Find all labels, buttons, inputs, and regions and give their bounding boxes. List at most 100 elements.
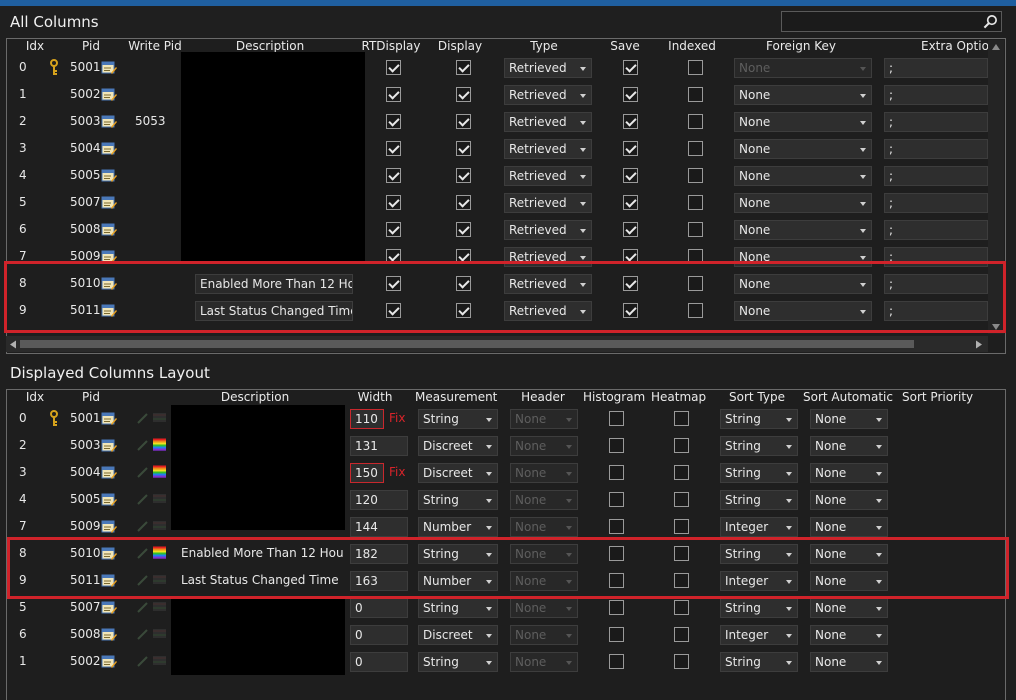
type-dropdown[interactable]: Retrieved	[504, 220, 592, 240]
indexed-checkbox[interactable]	[688, 141, 703, 156]
sort-automatic-dropdown[interactable]: None	[810, 463, 888, 483]
sort-automatic-dropdown[interactable]: None	[810, 490, 888, 510]
header-rtdisplay[interactable]: RTDisplay	[360, 39, 422, 53]
header-heatmap[interactable]: Heatmap	[651, 390, 706, 404]
histogram-checkbox[interactable]	[609, 519, 624, 534]
sort-automatic-dropdown[interactable]: None	[810, 409, 888, 429]
table-row[interactable]: 6 5008 0 Discreet None Integer None	[7, 621, 1005, 648]
heatmap-checkbox[interactable]	[674, 492, 689, 507]
edit-note-icon[interactable]	[101, 627, 117, 642]
width-field[interactable]: 120	[350, 490, 408, 510]
sort-type-dropdown[interactable]: String	[720, 490, 798, 510]
indexed-checkbox[interactable]	[688, 168, 703, 183]
indexed-checkbox[interactable]	[688, 195, 703, 210]
histogram-checkbox[interactable]	[609, 438, 624, 453]
extra-options-field[interactable]: ;	[884, 193, 988, 213]
header-description[interactable]: Description	[207, 39, 333, 53]
extra-options-field[interactable]: ;	[884, 220, 988, 240]
display-checkbox[interactable]	[456, 114, 471, 129]
type-dropdown[interactable]: Retrieved	[504, 85, 592, 105]
pencil-icon[interactable]	[137, 466, 149, 478]
type-dropdown[interactable]: Retrieved	[504, 166, 592, 186]
heatmap-checkbox[interactable]	[674, 465, 689, 480]
rtdisplay-checkbox[interactable]	[386, 168, 401, 183]
edit-note-icon[interactable]	[101, 141, 117, 156]
sort-type-dropdown[interactable]: String	[720, 598, 798, 618]
type-dropdown[interactable]: Retrieved	[504, 193, 592, 213]
table-row[interactable]: 5 5007 Retrieved None;	[7, 189, 1005, 216]
width-field[interactable]: 0	[350, 652, 408, 672]
display-checkbox[interactable]	[456, 168, 471, 183]
header-indexed[interactable]: Indexed	[666, 39, 718, 53]
measurement-dropdown[interactable]: String	[418, 490, 498, 510]
sort-automatic-dropdown[interactable]: None	[810, 436, 888, 456]
header-width[interactable]: Width	[353, 390, 397, 404]
histogram-checkbox[interactable]	[609, 627, 624, 642]
foreign-key-dropdown[interactable]: None	[734, 220, 872, 240]
edit-note-icon[interactable]	[101, 519, 117, 534]
foreign-key-dropdown[interactable]: None	[734, 139, 872, 159]
rainbow-icon[interactable]	[153, 492, 166, 505]
header-save[interactable]: Save	[605, 39, 645, 53]
table-row[interactable]: 4 5005 Retrieved None;	[7, 162, 1005, 189]
table-row[interactable]: 2 5003 5053 Retrieved None;	[7, 108, 1005, 135]
horizontal-scroll-thumb[interactable]	[20, 340, 914, 348]
sort-type-dropdown[interactable]: String	[720, 652, 798, 672]
extra-options-field[interactable]: ;	[884, 112, 988, 132]
histogram-checkbox[interactable]	[609, 600, 624, 615]
rtdisplay-checkbox[interactable]	[386, 222, 401, 237]
rtdisplay-checkbox[interactable]	[386, 60, 401, 75]
edit-note-icon[interactable]	[101, 222, 117, 237]
edit-note-icon[interactable]	[101, 60, 117, 75]
scroll-up-icon[interactable]	[991, 43, 1001, 51]
edit-note-icon[interactable]	[101, 438, 117, 453]
edit-note-icon[interactable]	[101, 114, 117, 129]
heatmap-checkbox[interactable]	[674, 519, 689, 534]
search-input[interactable]	[781, 11, 1002, 32]
header-pid[interactable]: Pid	[75, 390, 107, 404]
header-idx[interactable]: Idx	[21, 39, 49, 53]
foreign-key-dropdown[interactable]: None	[734, 85, 872, 105]
pencil-icon[interactable]	[137, 628, 149, 640]
header-sort-priority[interactable]: Sort Priority	[902, 390, 973, 404]
rainbow-icon[interactable]	[153, 519, 166, 532]
sort-type-dropdown[interactable]: Integer	[720, 517, 798, 537]
header-histogram[interactable]: Histogram	[583, 390, 645, 404]
histogram-checkbox[interactable]	[609, 654, 624, 669]
rtdisplay-checkbox[interactable]	[386, 114, 401, 129]
header-measurement[interactable]: Measurement	[415, 390, 497, 404]
edit-note-icon[interactable]	[101, 168, 117, 183]
sort-automatic-dropdown[interactable]: None	[810, 652, 888, 672]
sort-type-dropdown[interactable]: Integer	[720, 625, 798, 645]
sort-automatic-dropdown[interactable]: None	[810, 517, 888, 537]
table-row[interactable]: 3 5004 150 Fix Discreet None String None	[7, 459, 1005, 486]
table-row[interactable]: 6 5008 Retrieved None;	[7, 216, 1005, 243]
histogram-checkbox[interactable]	[609, 411, 624, 426]
measurement-dropdown[interactable]: Discreet	[418, 625, 498, 645]
display-checkbox[interactable]	[456, 195, 471, 210]
pencil-icon[interactable]	[137, 412, 149, 424]
width-field[interactable]: 144	[350, 517, 408, 537]
table-row[interactable]: 7 5009 144 Number None Integer None	[7, 513, 1005, 540]
rainbow-icon[interactable]	[153, 627, 166, 640]
pencil-icon[interactable]	[137, 655, 149, 667]
display-checkbox[interactable]	[456, 87, 471, 102]
edit-note-icon[interactable]	[101, 465, 117, 480]
table-row[interactable]: 1 5002 0 String None String None	[7, 648, 1005, 675]
rainbow-icon[interactable]	[153, 465, 166, 478]
type-dropdown[interactable]: Retrieved	[504, 112, 592, 132]
measurement-dropdown[interactable]: Discreet	[418, 436, 498, 456]
scroll-left-icon[interactable]	[9, 340, 17, 349]
rtdisplay-checkbox[interactable]	[386, 195, 401, 210]
edit-note-icon[interactable]	[101, 195, 117, 210]
table-row[interactable]: 4 5005 120 String None String None	[7, 486, 1005, 513]
save-checkbox[interactable]	[623, 195, 638, 210]
measurement-dropdown[interactable]: String	[418, 652, 498, 672]
header-foreign-key[interactable]: Foreign Key	[753, 39, 849, 53]
rainbow-icon[interactable]	[153, 411, 166, 424]
foreign-key-dropdown[interactable]: None	[734, 166, 872, 186]
rainbow-icon[interactable]	[153, 654, 166, 667]
edit-note-icon[interactable]	[101, 411, 117, 426]
table-row[interactable]: 1 5002 Retrieved None;	[7, 81, 1005, 108]
type-dropdown[interactable]: Retrieved	[504, 58, 592, 78]
